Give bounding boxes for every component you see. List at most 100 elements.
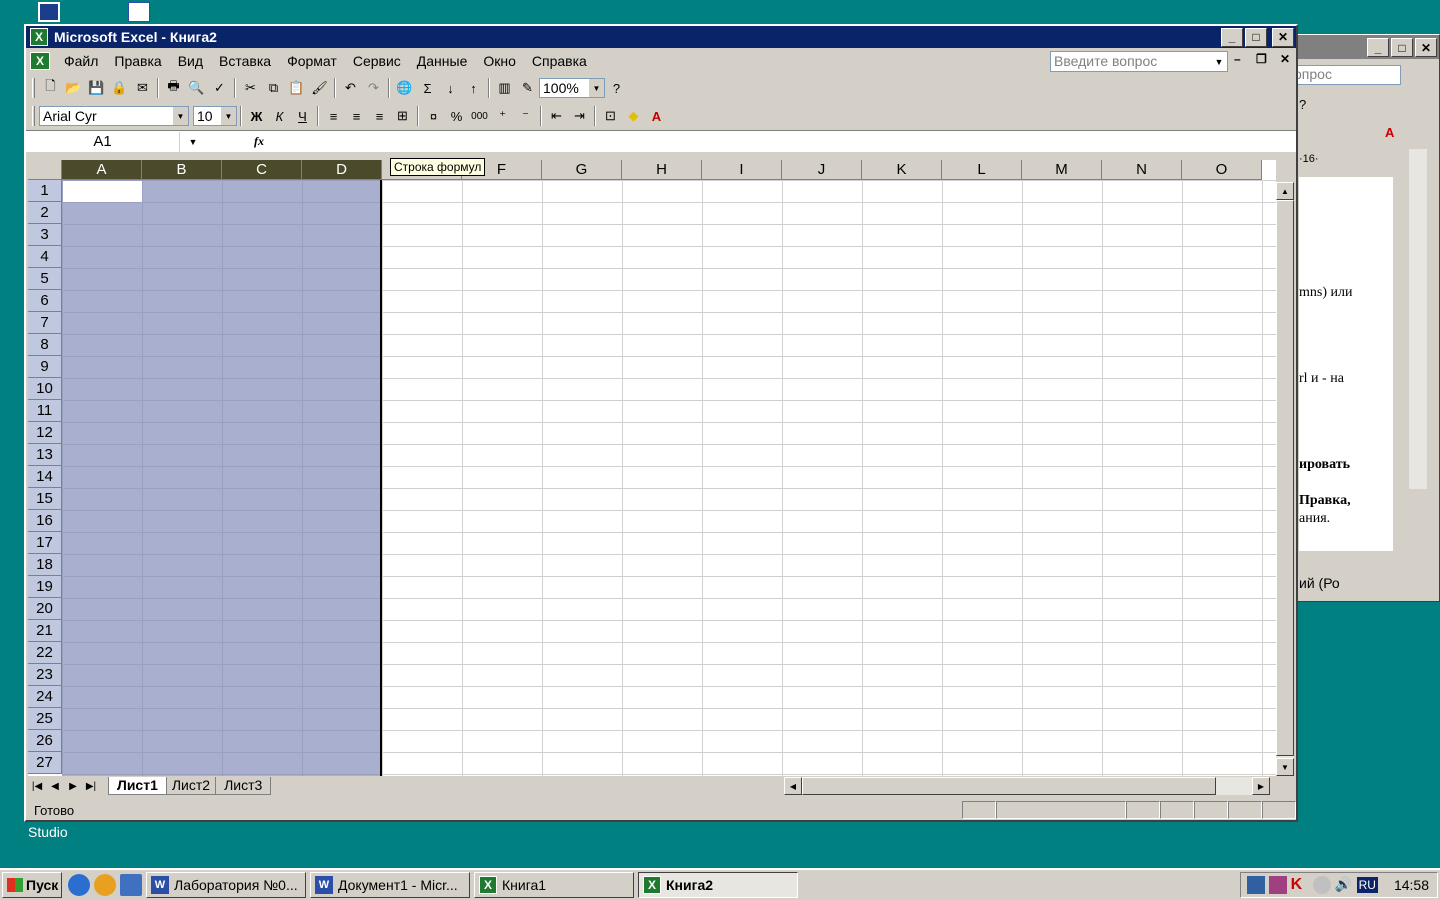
- network-icon[interactable]: [1246, 876, 1265, 894]
- permission-icon[interactable]: 🔒: [108, 77, 131, 99]
- column-header[interactable]: B: [142, 160, 222, 180]
- word-maximize-button[interactable]: □: [1391, 38, 1413, 57]
- agent-icon[interactable]: [1312, 876, 1331, 894]
- excel-app-icon[interactable]: X: [30, 28, 48, 46]
- new-file-icon[interactable]: 🗋: [39, 77, 62, 99]
- thousands-button[interactable]: 000: [468, 105, 491, 127]
- horizontal-scroll-thumb[interactable]: [802, 777, 1216, 795]
- column-header[interactable]: K: [862, 160, 942, 180]
- word-help-icon[interactable]: ?: [1299, 97, 1306, 112]
- row-header[interactable]: 23: [28, 664, 62, 686]
- row-header[interactable]: 26: [28, 730, 62, 752]
- decrease-decimal-icon[interactable]: ⁻: [514, 105, 537, 127]
- autosum-icon[interactable]: Σ: [416, 77, 439, 99]
- task-book1[interactable]: X Книга1: [474, 872, 634, 898]
- desktop-icon-window[interactable]: [38, 2, 60, 22]
- next-sheet-icon[interactable]: ▶: [64, 777, 82, 795]
- copy-icon[interactable]: ⧉: [262, 77, 285, 99]
- first-sheet-icon[interactable]: |◀: [28, 777, 46, 795]
- row-header[interactable]: 16: [28, 510, 62, 532]
- doc-minimize-button[interactable]: –: [1234, 52, 1241, 66]
- paste-icon[interactable]: 📋: [285, 77, 308, 99]
- merge-center-icon[interactable]: ⊞: [391, 105, 414, 127]
- minimize-button[interactable]: _: [1221, 27, 1243, 47]
- row-header[interactable]: 3: [28, 224, 62, 246]
- cut-icon[interactable]: ✂: [239, 77, 262, 99]
- row-header[interactable]: 13: [28, 444, 62, 466]
- task-document1[interactable]: W Документ1 - Micr...: [310, 872, 470, 898]
- column-header[interactable]: O: [1182, 160, 1262, 180]
- row-header[interactable]: 5: [28, 268, 62, 290]
- name-box[interactable]: A1 ▼: [26, 131, 197, 152]
- chevron-down-icon[interactable]: ▼: [221, 107, 236, 125]
- close-button[interactable]: ✕: [1272, 27, 1294, 47]
- column-header[interactable]: G: [542, 160, 622, 180]
- column-header[interactable]: H: [622, 160, 702, 180]
- row-header[interactable]: 4: [28, 246, 62, 268]
- row-header[interactable]: 19: [28, 576, 62, 598]
- column-header[interactable]: L: [942, 160, 1022, 180]
- row-header[interactable]: 20: [28, 598, 62, 620]
- row-header[interactable]: 14: [28, 466, 62, 488]
- row-header[interactable]: 2: [28, 202, 62, 224]
- volume-icon[interactable]: 🔊: [1335, 876, 1353, 894]
- start-button[interactable]: Пуск: [2, 872, 62, 898]
- font-size-select[interactable]: 10 ▼: [193, 106, 237, 126]
- row-header[interactable]: 8: [28, 334, 62, 356]
- percent-button[interactable]: %: [445, 105, 468, 127]
- italic-button[interactable]: К: [268, 105, 291, 127]
- word-ask-input[interactable]: опрос: [1289, 65, 1401, 85]
- redo-icon[interactable]: ↷: [362, 77, 385, 99]
- desktop-icon-word[interactable]: [128, 2, 150, 22]
- row-header[interactable]: 25: [28, 708, 62, 730]
- underline-button[interactable]: Ч: [291, 105, 314, 127]
- row-header[interactable]: 15: [28, 488, 62, 510]
- scroll-left-icon[interactable]: ◀: [784, 777, 802, 795]
- column-header[interactable]: I: [702, 160, 782, 180]
- row-header[interactable]: 22: [28, 642, 62, 664]
- doc-close-button[interactable]: ✕: [1280, 52, 1290, 66]
- word-minimize-button[interactable]: _: [1367, 38, 1389, 57]
- row-header[interactable]: 27: [28, 752, 62, 774]
- worksheet-grid[interactable]: ABCDEFGHIJKLMNO 123456789101112131415161…: [28, 160, 1276, 776]
- row-header[interactable]: 1: [28, 180, 62, 202]
- ask-question-input[interactable]: Введите вопрос ▼: [1050, 51, 1228, 72]
- chevron-down-icon[interactable]: ▼: [173, 107, 188, 125]
- row-header[interactable]: 12: [28, 422, 62, 444]
- scroll-down-icon[interactable]: ▼: [1276, 758, 1294, 776]
- menu-file[interactable]: Файл: [56, 53, 106, 69]
- align-right-icon[interactable]: ≡: [368, 105, 391, 127]
- column-header[interactable]: M: [1022, 160, 1102, 180]
- insert-function-button[interactable]: fx: [254, 134, 264, 149]
- word-vscroll[interactable]: [1409, 149, 1427, 489]
- task-lab-document[interactable]: W Лаборатория №0...: [146, 872, 306, 898]
- align-left-icon[interactable]: ≡: [322, 105, 345, 127]
- bold-button[interactable]: Ж: [245, 105, 268, 127]
- chevron-down-icon[interactable]: ▼: [589, 79, 604, 97]
- sheet-tab-2[interactable]: Лист2: [162, 777, 220, 795]
- spelling-icon[interactable]: ✓: [208, 77, 231, 99]
- sheet-tab-3[interactable]: Лист3: [215, 777, 272, 795]
- column-header[interactable]: N: [1102, 160, 1182, 180]
- menu-insert[interactable]: Вставка: [211, 53, 279, 69]
- zoom-select[interactable]: 100% ▼: [539, 78, 605, 98]
- undo-icon[interactable]: ↶: [339, 77, 362, 99]
- vertical-scroll-thumb[interactable]: [1276, 200, 1294, 756]
- vertical-scrollbar[interactable]: ▲ ▼: [1276, 182, 1294, 776]
- borders-icon[interactable]: ⊡: [599, 105, 622, 127]
- menu-edit[interactable]: Правка: [106, 53, 169, 69]
- column-header[interactable]: A: [62, 160, 142, 180]
- internet-explorer-icon[interactable]: [68, 874, 90, 896]
- antivirus-icon[interactable]: K: [1291, 876, 1309, 894]
- row-header[interactable]: 18: [28, 554, 62, 576]
- font-color-icon[interactable]: A: [645, 105, 668, 127]
- word-close-button[interactable]: ✕: [1415, 38, 1437, 57]
- email-icon[interactable]: ✉: [131, 77, 154, 99]
- row-header[interactable]: 11: [28, 400, 62, 422]
- menu-view[interactable]: Вид: [170, 53, 211, 69]
- language-indicator[interactable]: RU: [1356, 877, 1378, 893]
- increase-indent-icon[interactable]: ⇥: [568, 105, 591, 127]
- menu-window[interactable]: Окно: [475, 53, 524, 69]
- row-header[interactable]: 17: [28, 532, 62, 554]
- font-name-select[interactable]: Arial Cyr ▼: [39, 106, 189, 126]
